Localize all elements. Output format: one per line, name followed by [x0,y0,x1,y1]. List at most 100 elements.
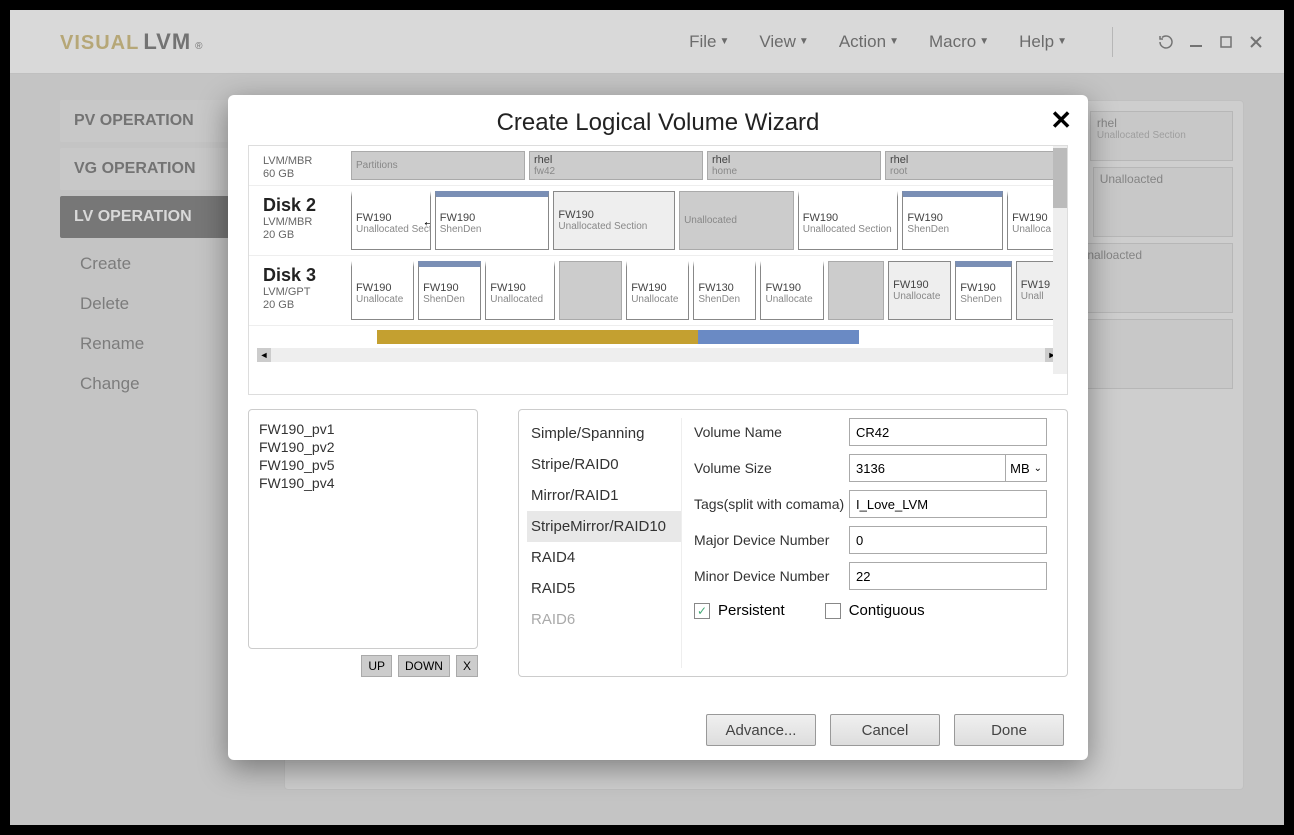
raid-raid6[interactable]: RAID6 [527,604,681,635]
unit-label: MB [1010,461,1030,476]
seg-sub: fw42 [534,166,698,177]
seg-sub: Unallocate [893,291,946,302]
raid-simple[interactable]: Simple/Spanning [527,418,681,449]
raid-raid5[interactable]: RAID5 [527,573,681,604]
disk-label: Disk 3 LVM/GPT 20 GB [257,261,347,320]
volume-name-input[interactable] [849,418,1047,446]
disk-segment[interactable]: FW190ShenDen [955,261,1012,320]
disk-segment[interactable]: Partitions [351,151,525,180]
disk-segment[interactable]: FW190Unallocated Section [798,191,899,250]
disk-segment[interactable]: FW190ShenDen [418,261,481,320]
seg-sub: Unallocated [490,294,550,305]
seg-label: FW190 [893,279,946,291]
chevron-down-icon: ⌄ [1034,463,1042,474]
disk-segment[interactable]: rhelfw42 [529,151,703,180]
seg-sub: Unallocate [765,294,818,305]
seg-label: rhel [890,154,1054,166]
persistent-checkbox[interactable]: ✓ [694,603,710,619]
cs-blue [698,330,858,344]
volume-form: Volume Name Volume Size MB⌄ Tags(split w… [682,418,1059,668]
disk-segment[interactable]: FW190Unallocate [626,261,689,320]
disk-segment[interactable]: rhelhome [707,151,881,180]
disk-size: 60 GB [263,168,341,181]
disk-label: LVM/MBR 60 GB [257,151,347,180]
resize-cursor-icon[interactable]: ↔ [422,213,431,229]
minor-device-label: Minor Device Number [694,568,849,584]
pv-list[interactable]: FW190_pv1 FW190_pv2 FW190_pv5 FW190_pv4 [248,409,478,649]
disk-segment[interactable] [828,261,885,320]
vertical-scrollbar[interactable] [1053,146,1067,374]
seg-sub: home [712,166,876,177]
seg-label: FW190 [356,282,409,294]
volume-name-label: Volume Name [694,424,849,440]
disk-segment[interactable]: FW190ShenDen [902,191,1003,250]
raid-stripemirror[interactable]: StripeMirror/RAID10 [527,511,681,542]
seg-sub: ShenDen [423,294,476,305]
disk-name: Disk 3 [263,265,341,286]
scroll-left-icon[interactable]: ◄ [257,348,271,362]
scroll-track[interactable] [271,348,1045,362]
seg-sub: Unall [1021,291,1054,302]
advance-button[interactable]: Advance... [706,714,816,746]
pv-list-item[interactable]: FW190_pv1 [259,420,467,438]
color-strip [257,330,1059,344]
pv-list-item[interactable]: FW190_pv4 [259,474,467,492]
raid-raid4[interactable]: RAID4 [527,542,681,573]
seg-label: FW190 [960,282,1007,294]
pv-down-button[interactable]: DOWN [398,655,450,677]
seg-sub: root [890,166,1054,177]
volume-size-label: Volume Size [694,460,849,476]
disk-segment[interactable] [559,261,622,320]
seg-sub: Unallocate [631,294,684,305]
disk-segment[interactable]: FW190Unalloca [1007,191,1059,250]
raid-mirror[interactable]: Mirror/RAID1 [527,480,681,511]
disk-segment[interactable]: Unallocated [679,191,794,250]
seg-sub: Unalloca [1012,224,1054,235]
disk-segment[interactable]: rhelroot [885,151,1059,180]
seg-label: FW190 [1012,212,1054,224]
volume-size-unit-select[interactable]: MB ⌄ [1006,454,1047,482]
seg-sub: ShenDen [440,224,545,235]
seg-label: Partitions [356,160,520,171]
disk-segment[interactable]: FW190ShenDen [435,191,550,250]
seg-label: FW190 [558,209,670,221]
done-button[interactable]: Done [954,714,1064,746]
persistent-label: Persistent [718,602,785,619]
minor-device-input[interactable] [849,562,1047,590]
seg-label: FW19 [1021,279,1054,291]
disk-segment[interactable]: FW190Unallocated Section [553,191,675,250]
seg-label: FW190 [423,282,476,294]
seg-label: FW190 [907,212,998,224]
pv-remove-button[interactable]: X [456,655,478,677]
pv-list-item[interactable]: FW190_pv5 [259,456,467,474]
disk-segment[interactable]: FW190Unallocate [351,261,414,320]
disk-size: 20 GB [263,229,341,242]
scroll-thumb[interactable] [1053,148,1067,208]
disk-segment[interactable]: FW190Unallocated Section↔ [351,191,431,250]
cs-yellow [538,330,698,344]
tags-input[interactable] [849,490,1047,518]
disk-segment[interactable]: FW190Unallocate [888,261,951,320]
cs-blank [859,330,1060,344]
major-device-input[interactable] [849,526,1047,554]
horizontal-scrollbar[interactable]: ◄ ► [257,348,1059,362]
disk-type: LVM/MBR [263,216,341,229]
disk-segment[interactable]: FW130ShenDen [693,261,756,320]
pv-list-item[interactable]: FW190_pv2 [259,438,467,456]
disk-type: LVM/MBR [263,155,341,168]
modal-close-button[interactable]: ✕ [1050,105,1072,136]
raid-stripe[interactable]: Stripe/RAID0 [527,449,681,480]
disk-segment[interactable]: FW190Unallocate [760,261,823,320]
seg-sub: Unallocated Section [356,224,426,235]
seg-label: FW190 [490,282,550,294]
disk-segment[interactable]: FW190Unallocated [485,261,555,320]
seg-sub: ShenDen [907,224,998,235]
seg-sub: Unallocate [356,294,409,305]
disk-size: 20 GB [263,299,341,312]
cancel-button[interactable]: Cancel [830,714,940,746]
cs-yellow [377,330,537,344]
pv-up-button[interactable]: UP [361,655,392,677]
volume-size-input[interactable] [849,454,1006,482]
disk-label: Disk 2 LVM/MBR 20 GB [257,191,347,250]
contiguous-checkbox[interactable] [825,603,841,619]
